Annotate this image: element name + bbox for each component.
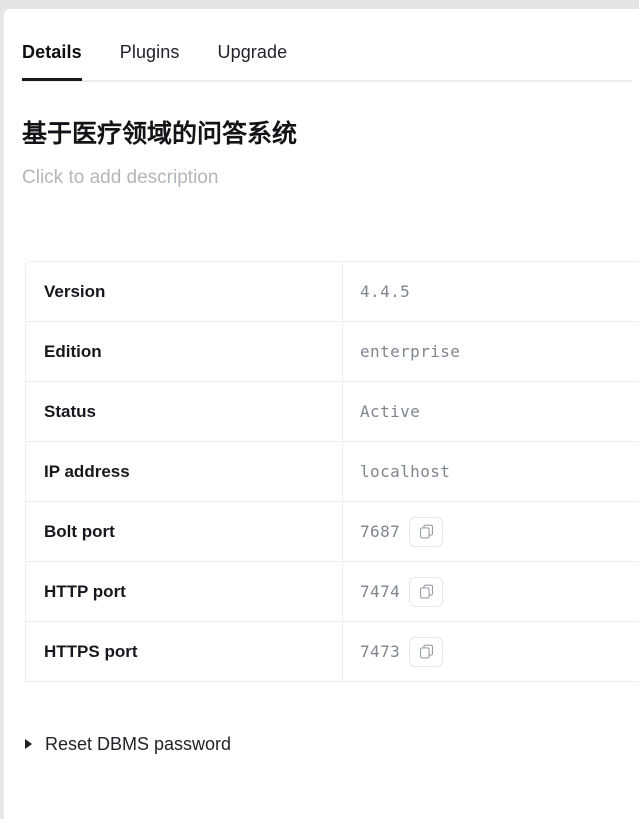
row-value-cell: 7687 xyxy=(343,502,639,562)
details-table: Version 4.4.5 Edition enterprise Status … xyxy=(25,261,639,682)
tab-bar: Details Plugins Upgrade xyxy=(4,39,639,91)
reset-dbms-password-label: Reset DBMS password xyxy=(45,732,231,756)
row-label: HTTP port xyxy=(26,562,343,622)
row-value: localhost xyxy=(360,462,450,481)
dbms-details-panel: Details Plugins Upgrade 基于医疗领域的问答系统 Clic… xyxy=(3,9,639,819)
copy-icon xyxy=(419,584,434,599)
tab-upgrade[interactable]: Upgrade xyxy=(217,39,287,81)
table-row: Edition enterprise xyxy=(26,322,639,382)
copy-http-port-button[interactable] xyxy=(409,577,443,607)
table-row: IP address localhost xyxy=(26,442,639,502)
tab-strip: Details Plugins Upgrade xyxy=(22,39,325,81)
row-label: Version xyxy=(26,262,343,322)
row-value: 7474 xyxy=(360,582,400,601)
row-label: HTTPS port xyxy=(26,622,343,682)
table-row: Bolt port 7687 xyxy=(26,502,639,562)
tab-plugins-label: Plugins xyxy=(120,42,180,62)
table-row: Version 4.4.5 xyxy=(26,262,639,322)
row-value: 7687 xyxy=(360,522,400,541)
row-value-cell: localhost xyxy=(343,442,639,502)
reset-dbms-password-toggle[interactable]: Reset DBMS password xyxy=(25,732,231,756)
row-value-cell: Active xyxy=(343,382,639,442)
row-value: Active xyxy=(360,402,420,421)
row-label: Bolt port xyxy=(26,502,343,562)
row-value: 7473 xyxy=(360,642,400,661)
copy-icon xyxy=(419,644,434,659)
tab-plugins[interactable]: Plugins xyxy=(120,39,180,81)
dbms-description-placeholder[interactable]: Click to add description xyxy=(22,165,622,191)
table-row: HTTPS port 7473 xyxy=(26,622,639,682)
tab-upgrade-label: Upgrade xyxy=(217,42,287,62)
row-value-cell: 7474 xyxy=(343,562,639,622)
dbms-title[interactable]: 基于医疗领域的问答系统 xyxy=(22,117,622,151)
row-label: Edition xyxy=(26,322,343,382)
copy-https-port-button[interactable] xyxy=(409,637,443,667)
row-label: IP address xyxy=(26,442,343,502)
copy-icon xyxy=(419,524,434,539)
table-row: Status Active xyxy=(26,382,639,442)
row-value-cell: 4.4.5 xyxy=(343,262,639,322)
row-label: Status xyxy=(26,382,343,442)
row-value: 4.4.5 xyxy=(360,282,410,301)
tab-details-label: Details xyxy=(22,42,82,62)
copy-bolt-port-button[interactable] xyxy=(409,517,443,547)
row-value-cell: 7473 xyxy=(343,622,639,682)
row-value-cell: enterprise xyxy=(343,322,639,382)
tab-details[interactable]: Details xyxy=(22,39,82,81)
table-row: HTTP port 7474 xyxy=(26,562,639,622)
dbms-heading: 基于医疗领域的问答系统 Click to add description xyxy=(22,117,622,191)
window-chrome-bar xyxy=(0,0,639,9)
triangle-right-icon xyxy=(25,739,32,749)
app-window: Details Plugins Upgrade 基于医疗领域的问答系统 Clic… xyxy=(0,0,639,819)
row-value: enterprise xyxy=(360,342,460,361)
